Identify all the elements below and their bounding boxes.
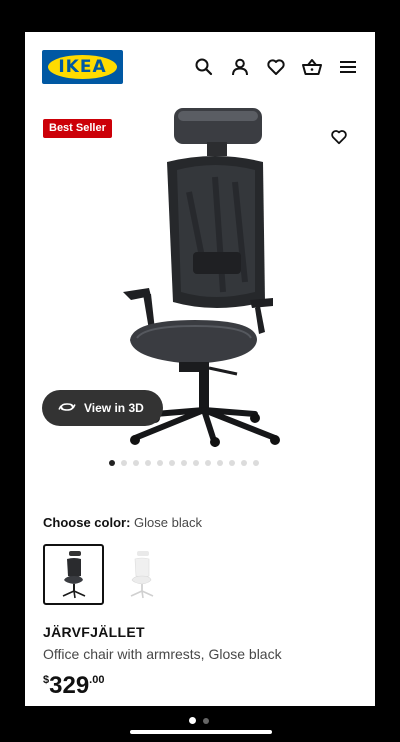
carousel-dot[interactable]	[169, 460, 175, 466]
menu-icon[interactable]	[336, 55, 360, 79]
carousel-dot[interactable]	[181, 460, 187, 466]
logo-oval: IKEA	[48, 55, 117, 79]
page-dot	[189, 717, 196, 724]
carousel-dot[interactable]	[157, 460, 163, 466]
image-carousel-indicator[interactable]	[109, 460, 259, 466]
best-seller-badge: Best Seller	[43, 119, 112, 138]
search-icon[interactable]	[192, 55, 216, 79]
product-description: Office chair with armrests, Glose black	[43, 646, 282, 662]
product-name: JÄRVFJÄLLET	[43, 624, 145, 640]
price-currency: $	[43, 674, 50, 686]
color-option-white[interactable]	[111, 544, 172, 605]
basket-icon[interactable]	[300, 55, 324, 79]
choose-color-label: Choose color: Glose black	[43, 515, 202, 530]
carousel-dot[interactable]	[145, 460, 151, 466]
product-price: $329.00	[43, 672, 104, 700]
system-page-indicator	[189, 717, 209, 724]
color-option-glose-black[interactable]	[43, 544, 104, 605]
view-in-3d-button[interactable]: View in 3D	[42, 390, 163, 426]
selected-color-value: Glose black	[134, 515, 202, 530]
carousel-dot[interactable]	[217, 460, 223, 466]
rotate-3d-icon	[58, 401, 76, 416]
price-integer: 329	[49, 672, 90, 699]
carousel-dot[interactable]	[241, 460, 247, 466]
carousel-dot[interactable]	[229, 460, 235, 466]
view-in-3d-label: View in 3D	[84, 401, 144, 415]
carousel-dot[interactable]	[109, 460, 115, 466]
heart-icon[interactable]	[264, 55, 288, 79]
carousel-dot[interactable]	[253, 460, 259, 466]
account-icon[interactable]	[228, 55, 252, 79]
home-indicator-bar[interactable]	[130, 730, 272, 734]
carousel-dot[interactable]	[205, 460, 211, 466]
favorite-heart-icon[interactable]	[327, 124, 351, 148]
carousel-dot[interactable]	[121, 460, 127, 466]
logo-text: IKEA	[58, 57, 107, 77]
top-header: IKEA	[25, 32, 375, 102]
app-screen: IKEA Best Seller View in 3D Choose color…	[25, 32, 375, 706]
choose-color-title: Choose color:	[43, 515, 131, 530]
ikea-logo[interactable]: IKEA	[42, 50, 123, 84]
carousel-dot[interactable]	[133, 460, 139, 466]
page-dot	[203, 717, 209, 724]
price-decimal: .00	[89, 674, 105, 686]
carousel-dot[interactable]	[193, 460, 199, 466]
